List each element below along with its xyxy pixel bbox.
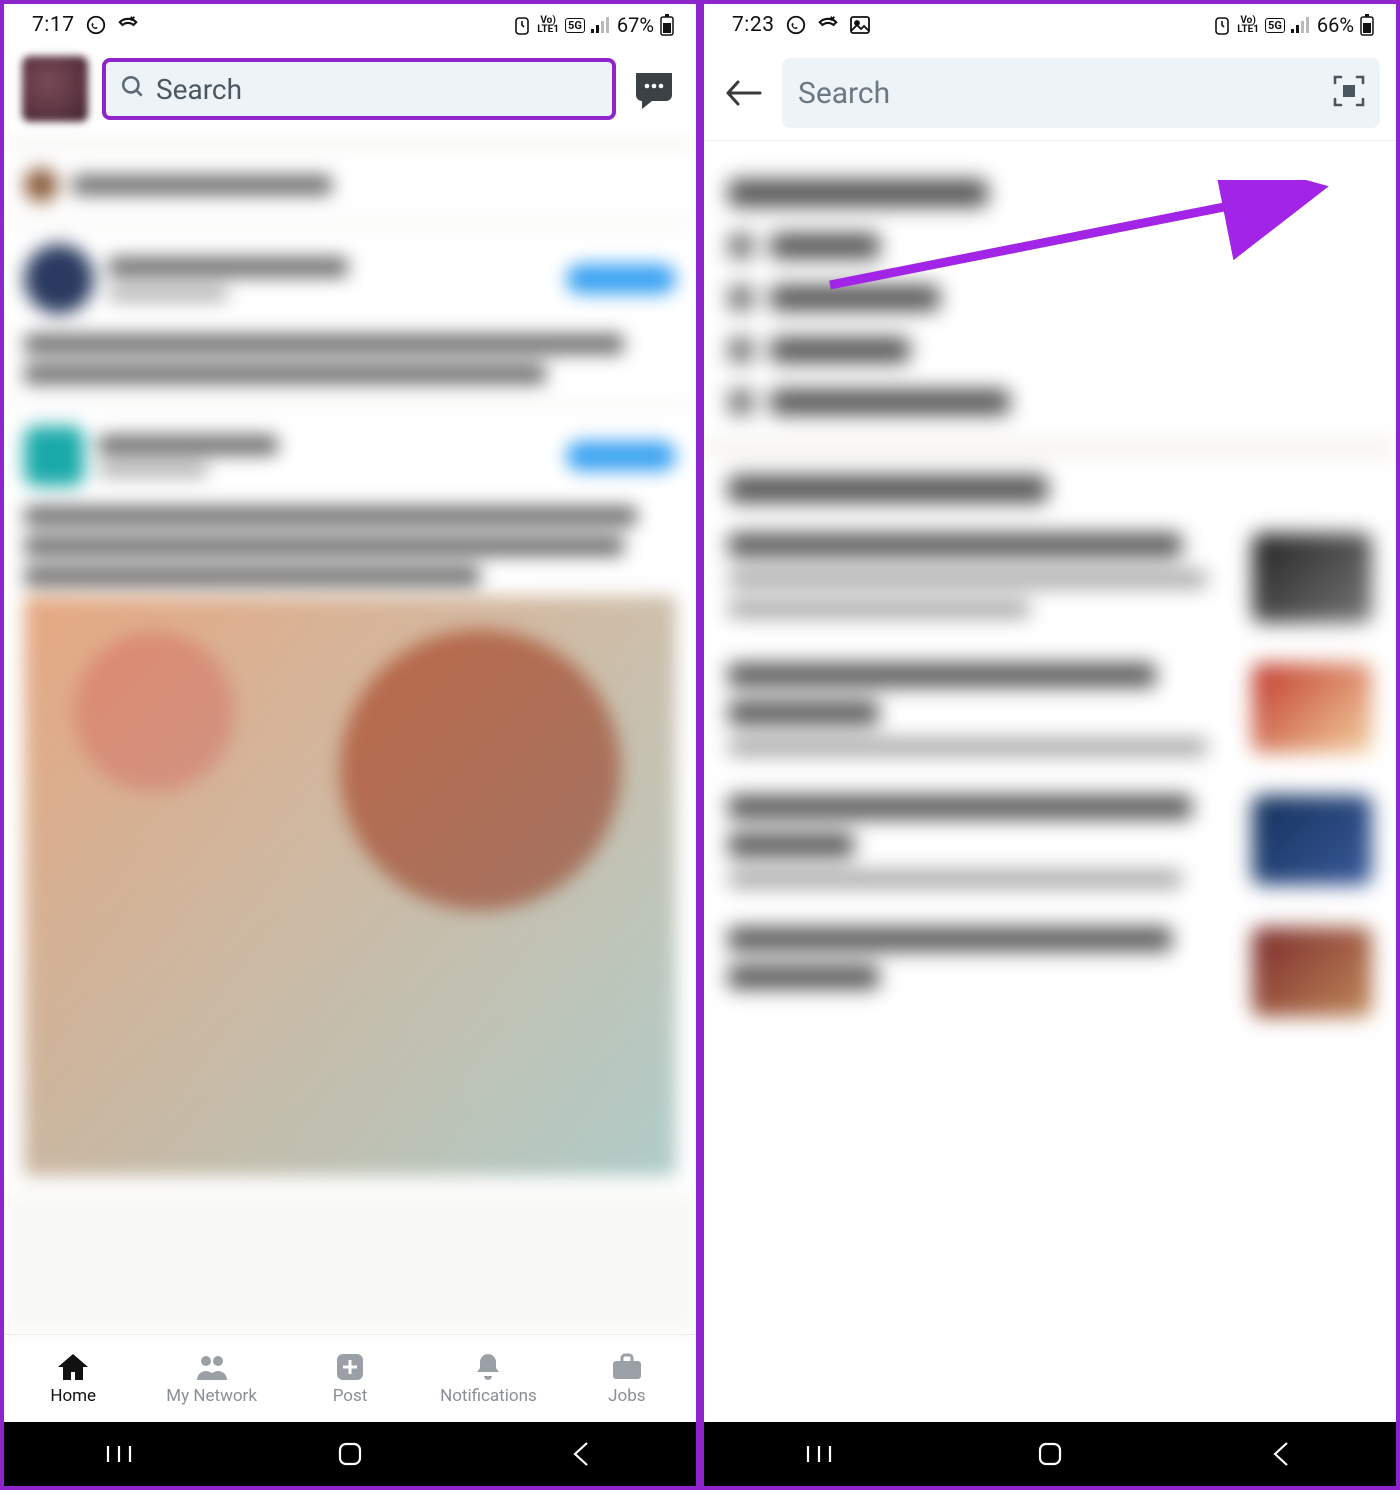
battery-saver-icon xyxy=(1213,15,1231,35)
nav-network-label: My Network xyxy=(166,1386,257,1406)
nav-notifications-label: Notifications xyxy=(440,1386,537,1406)
whatsapp-icon xyxy=(85,14,107,36)
search-placeholder: Search xyxy=(156,73,242,106)
signal-icon xyxy=(1291,17,1311,33)
back-button[interactable] xyxy=(714,64,772,122)
battery-icon xyxy=(1360,14,1374,36)
feed-blurred xyxy=(4,136,696,1334)
search-input[interactable]: Search xyxy=(782,58,1380,128)
status-bar: 7:23 Vo)LTE1 5G 66% xyxy=(704,4,1396,46)
profile-avatar[interactable] xyxy=(22,56,88,122)
nav-network[interactable]: My Network xyxy=(142,1335,280,1422)
nav-jobs[interactable]: Jobs xyxy=(558,1335,696,1422)
search-suggestions-blurred xyxy=(704,141,1396,1422)
whatsapp-icon xyxy=(785,14,807,36)
home-icon xyxy=(55,1352,91,1382)
missed-call-icon xyxy=(817,14,839,36)
android-back-button[interactable] xyxy=(557,1441,605,1467)
bell-icon xyxy=(470,1352,506,1382)
bottom-nav: Home My Network Post Notifications Jobs xyxy=(4,1334,696,1422)
volte-icon: Vo)LTE1 xyxy=(1237,16,1259,34)
signal-icon xyxy=(591,17,611,33)
search-bar-highlighted[interactable]: Search xyxy=(102,58,616,120)
battery-icon xyxy=(660,14,674,36)
nav-home-label: Home xyxy=(50,1386,96,1406)
nav-post[interactable]: Post xyxy=(281,1335,419,1422)
search-placeholder: Search xyxy=(798,76,890,111)
search-icon xyxy=(120,74,146,104)
volte-icon: Vo)LTE1 xyxy=(537,16,559,34)
battery-saver-icon xyxy=(513,15,531,35)
search-header: Search xyxy=(704,46,1396,141)
android-nav-bar xyxy=(704,1422,1396,1486)
post-icon xyxy=(332,1352,368,1382)
nav-notifications[interactable]: Notifications xyxy=(419,1335,557,1422)
battery-percent: 67% xyxy=(617,13,654,37)
network-icon xyxy=(194,1352,230,1382)
nav-post-label: Post xyxy=(333,1386,368,1406)
status-bar: 7:17 Vo)LTE1 5G 67% xyxy=(4,4,696,46)
gallery-icon xyxy=(849,15,871,35)
phone-screenshot-left: 7:17 Vo)LTE1 5G 67% xyxy=(0,0,700,1490)
status-time: 7:23 xyxy=(732,13,775,37)
android-recent-button[interactable] xyxy=(795,1444,843,1464)
android-home-button[interactable] xyxy=(1026,1441,1074,1467)
network-5g-icon: 5G xyxy=(1265,18,1285,33)
phone-screenshot-right: 7:23 Vo)LTE1 5G 66% xyxy=(700,0,1400,1490)
android-home-button[interactable] xyxy=(326,1441,374,1467)
android-nav-bar xyxy=(4,1422,696,1486)
messaging-icon[interactable] xyxy=(630,69,678,109)
android-back-button[interactable] xyxy=(1257,1441,1305,1467)
missed-call-icon xyxy=(117,14,139,36)
network-5g-icon: 5G xyxy=(565,18,585,33)
app-header: Search xyxy=(4,46,696,136)
nav-home[interactable]: Home xyxy=(4,1335,142,1422)
battery-percent: 66% xyxy=(1317,13,1354,37)
android-recent-button[interactable] xyxy=(95,1444,143,1464)
qr-scan-icon[interactable] xyxy=(1332,74,1366,112)
nav-jobs-label: Jobs xyxy=(608,1386,645,1406)
briefcase-icon xyxy=(609,1352,645,1382)
status-time: 7:17 xyxy=(32,13,75,37)
